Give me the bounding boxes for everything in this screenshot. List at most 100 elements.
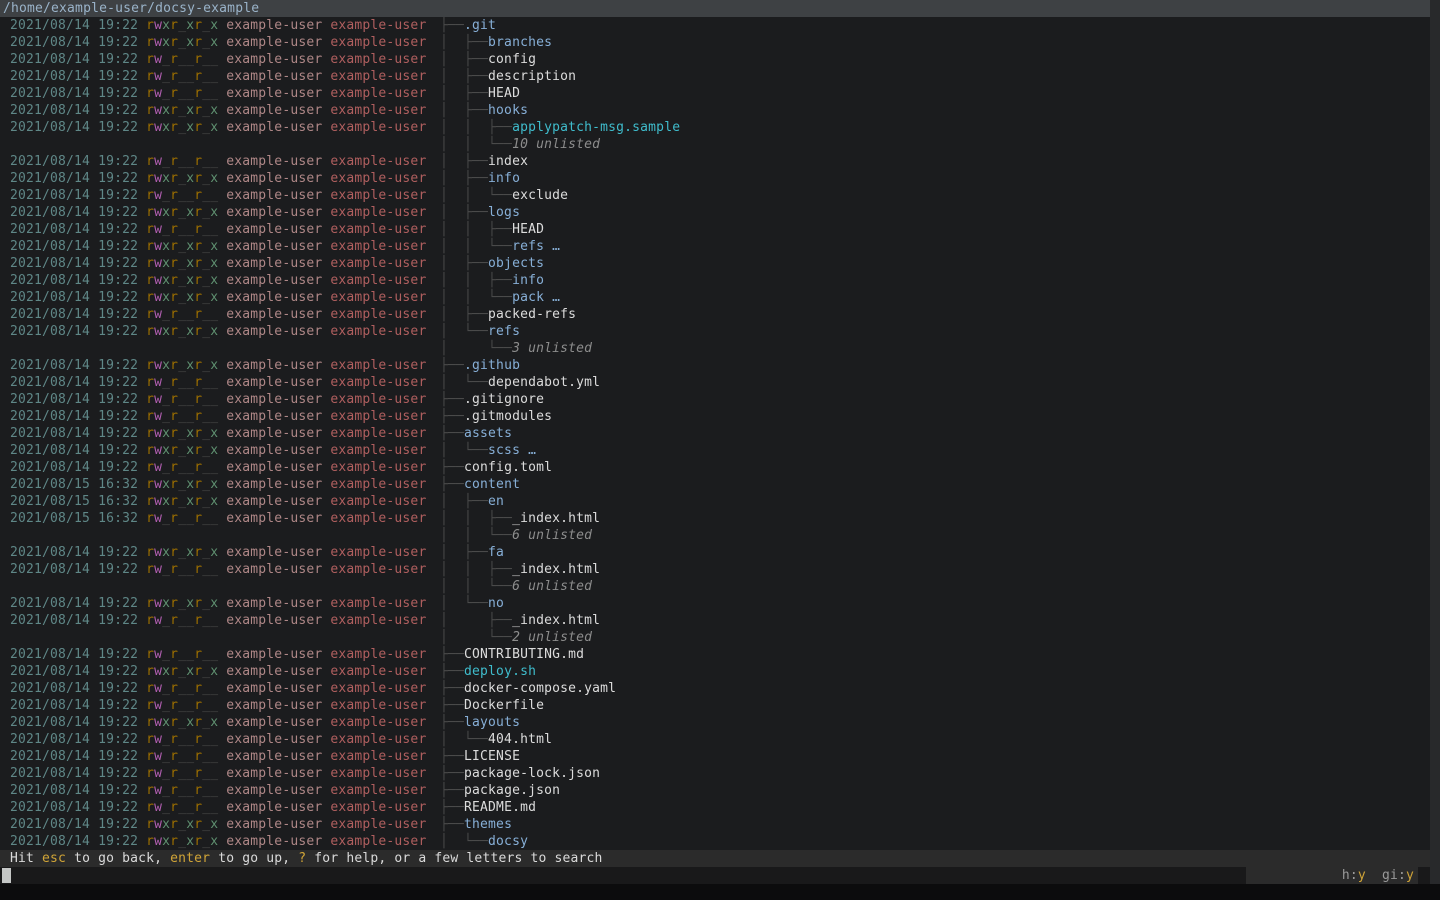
- file-row[interactable]: 2021/08/15 16:32 rw_r__r__ example-user …: [0, 510, 1430, 527]
- file-row[interactable]: 2021/08/14 19:22 rwxr_xr_x example-user …: [0, 442, 1430, 459]
- file-row[interactable]: 2021/08/14 19:22 rwxr_xr_x example-user …: [0, 816, 1430, 833]
- file-name[interactable]: assets: [464, 426, 512, 441]
- file-name[interactable]: packed-refs: [488, 307, 576, 322]
- file-name[interactable]: objects: [488, 256, 544, 271]
- file-name[interactable]: index: [488, 154, 528, 169]
- file-row[interactable]: 2021/08/14 19:22 rw_r__r__ example-user …: [0, 85, 1430, 102]
- file-row[interactable]: 2021/08/15 16:32 rwxr_xr_x example-user …: [0, 493, 1430, 510]
- file-row[interactable]: 2021/08/14 19:22 rw_r__r__ example-user …: [0, 697, 1430, 714]
- file-name[interactable]: refs: [512, 239, 544, 254]
- file-row[interactable]: │ └──3 unlisted: [0, 340, 1430, 357]
- file-name[interactable]: en: [488, 494, 504, 509]
- file-row[interactable]: 2021/08/14 19:22 rwxr_xr_x example-user …: [0, 17, 1430, 34]
- file-row[interactable]: 2021/08/14 19:22 rw_r__r__ example-user …: [0, 680, 1430, 697]
- file-name[interactable]: fa: [488, 545, 504, 560]
- file-name[interactable]: info: [488, 171, 520, 186]
- file-row[interactable]: 2021/08/14 19:22 rw_r__r__ example-user …: [0, 391, 1430, 408]
- file-name[interactable]: applypatch-msg.sample: [512, 120, 680, 135]
- file-row[interactable]: 2021/08/14 19:22 rw_r__r__ example-user …: [0, 221, 1430, 238]
- file-row[interactable]: 2021/08/14 19:22 rwxr_xr_x example-user …: [0, 544, 1430, 561]
- file-name[interactable]: branches: [488, 35, 552, 50]
- file-name[interactable]: CONTRIBUTING.md: [464, 647, 584, 662]
- file-row[interactable]: 2021/08/14 19:22 rw_r__r__ example-user …: [0, 408, 1430, 425]
- file-name[interactable]: .github: [464, 358, 520, 373]
- file-row[interactable]: 2021/08/14 19:22 rwxr_xr_x example-user …: [0, 238, 1430, 255]
- file-name[interactable]: docsy: [488, 834, 528, 849]
- file-name[interactable]: exclude: [512, 188, 568, 203]
- file-name[interactable]: .gitignore: [464, 392, 544, 407]
- file-name[interactable]: config: [488, 52, 536, 67]
- file-name[interactable]: logs: [488, 205, 520, 220]
- file-row[interactable]: 2021/08/14 19:22 rwxr_xr_x example-user …: [0, 663, 1430, 680]
- file-name[interactable]: HEAD: [488, 86, 520, 101]
- file-row[interactable]: 2021/08/14 19:22 rw_r__r__ example-user …: [0, 306, 1430, 323]
- file-row[interactable]: 2021/08/14 19:22 rw_r__r__ example-user …: [0, 153, 1430, 170]
- file-row[interactable]: 2021/08/15 16:32 rwxr_xr_x example-user …: [0, 476, 1430, 493]
- file-name[interactable]: dependabot.yml: [488, 375, 600, 390]
- file-row[interactable]: │ └──2 unlisted: [0, 629, 1430, 646]
- file-name[interactable]: description: [488, 69, 576, 84]
- file-row[interactable]: 2021/08/14 19:22 rwxr_xr_x example-user …: [0, 272, 1430, 289]
- file-row[interactable]: 2021/08/14 19:22 rw_r__r__ example-user …: [0, 68, 1430, 85]
- file-name[interactable]: layouts: [464, 715, 520, 730]
- file-row[interactable]: 2021/08/14 19:22 rw_r__r__ example-user …: [0, 459, 1430, 476]
- search-input-line[interactable]: h:y gi:y: [0, 867, 1430, 884]
- file-name[interactable]: package-lock.json: [464, 766, 600, 781]
- file-name[interactable]: _index.html: [512, 562, 600, 577]
- file-row[interactable]: 2021/08/14 19:22 rw_r__r__ example-user …: [0, 51, 1430, 68]
- file-row[interactable]: 2021/08/14 19:22 rwxr_xr_x example-user …: [0, 425, 1430, 442]
- file-row[interactable]: 2021/08/14 19:22 rw_r__r__ example-user …: [0, 748, 1430, 765]
- file-name[interactable]: no: [488, 596, 504, 611]
- tree-cell: │ ├──_index.html: [440, 612, 600, 629]
- file-row[interactable]: 2021/08/14 19:22 rw_r__r__ example-user …: [0, 561, 1430, 578]
- file-name[interactable]: themes: [464, 817, 512, 832]
- file-row[interactable]: 2021/08/14 19:22 rwxr_xr_x example-user …: [0, 170, 1430, 187]
- file-row[interactable]: 2021/08/14 19:22 rwxr_xr_x example-user …: [0, 119, 1430, 136]
- file-row[interactable]: 2021/08/14 19:22 rw_r__r__ example-user …: [0, 765, 1430, 782]
- file-name[interactable]: config.toml: [464, 460, 552, 475]
- file-name[interactable]: pack: [512, 290, 544, 305]
- input-cursor[interactable]: [2, 868, 11, 883]
- file-name[interactable]: refs: [488, 324, 520, 339]
- file-row[interactable]: 2021/08/14 19:22 rwxr_xr_x example-user …: [0, 714, 1430, 731]
- file-name[interactable]: deploy.sh: [464, 664, 536, 679]
- file-name[interactable]: .git: [464, 18, 496, 33]
- file-name[interactable]: README.md: [464, 800, 536, 815]
- tree-cell: │ ├──objects: [440, 255, 544, 272]
- file-row[interactable]: 2021/08/14 19:22 rwxr_xr_x example-user …: [0, 255, 1430, 272]
- file-name[interactable]: .gitmodules: [464, 409, 552, 424]
- file-name[interactable]: LICENSE: [464, 749, 520, 764]
- file-row[interactable]: │ │ └──6 unlisted: [0, 527, 1430, 544]
- file-name[interactable]: scss: [488, 443, 520, 458]
- file-name[interactable]: Dockerfile: [464, 698, 544, 713]
- file-row[interactable]: 2021/08/14 19:22 rw_r__r__ example-user …: [0, 646, 1430, 663]
- file-row[interactable]: 2021/08/14 19:22 rw_r__r__ example-user …: [0, 612, 1430, 629]
- file-row[interactable]: 2021/08/14 19:22 rwxr_xr_x example-user …: [0, 289, 1430, 306]
- file-name[interactable]: package.json: [464, 783, 560, 798]
- file-row[interactable]: 2021/08/14 19:22 rw_r__r__ example-user …: [0, 187, 1430, 204]
- file-name[interactable]: HEAD: [512, 222, 544, 237]
- file-row[interactable]: 2021/08/14 19:22 rw_r__r__ example-user …: [0, 374, 1430, 391]
- file-name[interactable]: content: [464, 477, 520, 492]
- file-row[interactable]: 2021/08/14 19:22 rwxr_xr_x example-user …: [0, 595, 1430, 612]
- file-row[interactable]: │ │ └──6 unlisted: [0, 578, 1430, 595]
- file-row[interactable]: 2021/08/14 19:22 rwxr_xr_x example-user …: [0, 204, 1430, 221]
- modified-date: 2021/08/14 19:22: [10, 154, 146, 169]
- file-row[interactable]: 2021/08/14 19:22 rw_r__r__ example-user …: [0, 731, 1430, 748]
- file-row[interactable]: 2021/08/14 19:22 rwxr_xr_x example-user …: [0, 34, 1430, 51]
- file-row[interactable]: 2021/08/14 19:22 rwxr_xr_x example-user …: [0, 323, 1430, 340]
- file-row[interactable]: 2021/08/14 19:22 rwxr_xr_x example-user …: [0, 102, 1430, 119]
- perm-char: r: [170, 562, 178, 577]
- file-name[interactable]: 404.html: [488, 732, 552, 747]
- file-name[interactable]: docker-compose.yaml: [464, 681, 616, 696]
- file-row[interactable]: 2021/08/14 19:22 rwxr_xr_x example-user …: [0, 357, 1430, 374]
- file-name[interactable]: _index.html: [512, 613, 600, 628]
- file-name[interactable]: _index.html: [512, 511, 600, 526]
- file-name[interactable]: hooks: [488, 103, 528, 118]
- tree-cell: │ │ └──exclude: [440, 187, 568, 204]
- file-row[interactable]: 2021/08/14 19:22 rw_r__r__ example-user …: [0, 782, 1430, 799]
- file-name[interactable]: info: [512, 273, 544, 288]
- file-row[interactable]: 2021/08/14 19:22 rw_r__r__ example-user …: [0, 799, 1430, 816]
- file-row[interactable]: │ │ └──10 unlisted: [0, 136, 1430, 153]
- file-row[interactable]: 2021/08/14 19:22 rwxr_xr_x example-user …: [0, 833, 1430, 850]
